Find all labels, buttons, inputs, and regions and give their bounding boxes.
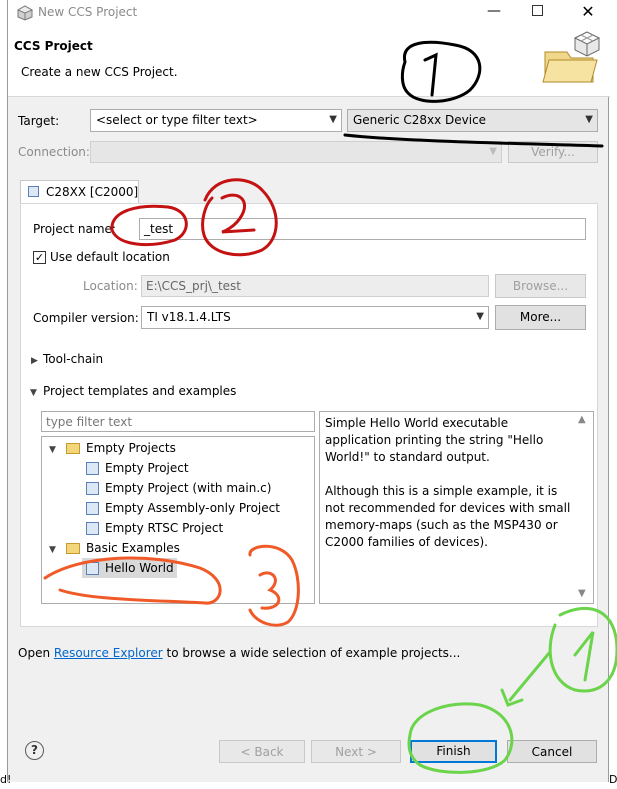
chevron-down-icon: ▼ — [329, 114, 337, 125]
target-label: Target: — [18, 114, 60, 128]
location-value: E:\CCS_prj\_test — [146, 279, 242, 293]
project-template-icon — [86, 502, 99, 515]
tree-item-empty-assembly[interactable]: Empty Assembly-only Project — [105, 498, 280, 518]
chevron-down-icon: ▼ — [476, 311, 484, 322]
new-ccs-project-dialog: New CCS Project — ✕ CCS Project Create a… — [7, 0, 610, 782]
dialog-footer: ? < Back Next > Finish Cancel — [8, 720, 608, 782]
background-edge-text-right: D — [609, 773, 617, 786]
next-button[interactable]: Next > — [311, 740, 401, 763]
chevron-down-icon: ▼ — [585, 114, 593, 125]
compiler-version-label: Compiler version: — [33, 311, 139, 325]
templates-filter-placeholder: type filter text — [46, 415, 133, 429]
resource-explorer-link[interactable]: Resource Explorer — [54, 646, 163, 660]
chevron-right-icon[interactable]: ▶ — [31, 356, 38, 366]
more-button[interactable]: More... — [495, 305, 586, 330]
chevron-down-icon: ▼ — [489, 146, 497, 157]
folder-icon — [66, 543, 80, 554]
tree-item-hello-world[interactable]: Hello World — [105, 558, 174, 578]
project-name-label: Project name: — [33, 222, 116, 236]
scroll-down-icon[interactable]: ▼ — [578, 588, 586, 599]
compiler-version-select[interactable]: TI v18.1.4.LTS ▼ — [141, 306, 489, 329]
device-tab-panel: Project name: _test ✓ Use default locati… — [20, 203, 598, 627]
title-bar: New CCS Project — ✕ — [8, 0, 610, 26]
project-template-icon — [86, 562, 99, 575]
background-edge-text-left: d! — [0, 773, 12, 786]
tree-item-empty-rtsc[interactable]: Empty RTSC Project — [105, 518, 223, 538]
browse-button[interactable]: Browse... — [495, 274, 586, 298]
folder-icon — [66, 443, 80, 454]
tree-item-empty-project-main[interactable]: Empty Project (with main.c) — [105, 478, 271, 498]
project-template-icon — [86, 462, 99, 475]
project-name-input[interactable]: _test — [139, 218, 586, 240]
compiler-version-value: TI v18.1.4.LTS — [147, 310, 231, 324]
screen: { "window": { "title": "New CCS Project"… — [0, 0, 617, 789]
dialog-header: CCS Project Create a new CCS Project. — [8, 26, 610, 97]
project-template-icon — [86, 482, 99, 495]
project-folder-banner-icon — [542, 31, 601, 83]
chevron-down-icon[interactable]: ▼ — [49, 545, 56, 555]
app-icon — [17, 5, 33, 21]
project-name-value: _test — [144, 222, 174, 236]
open-suffix: to browse a wide selection of example pr… — [166, 646, 461, 660]
use-default-location-checkbox[interactable]: ✓ — [33, 251, 46, 264]
location-input[interactable]: E:\CCS_prj\_test — [141, 275, 489, 297]
minimize-icon[interactable]: — — [482, 2, 506, 22]
target-device-value: Generic C28xx Device — [353, 113, 487, 127]
templates-section[interactable]: Project templates and examples — [43, 384, 236, 398]
target-filter-combo[interactable]: <select or type filter text> ▼ — [90, 109, 342, 132]
scroll-up-icon[interactable]: ▲ — [578, 414, 586, 425]
tab-device-label: C28XX [C2000] — [46, 185, 139, 199]
location-label: Location: — [83, 279, 138, 293]
tree-group-basic-examples[interactable]: Basic Examples — [86, 538, 180, 558]
target-filter-text: <select or type filter text> — [96, 113, 258, 127]
template-description-panel: Simple Hello World executable applicatio… — [319, 411, 594, 604]
verify-button[interactable]: Verify... — [508, 141, 598, 163]
close-icon[interactable]: ✕ — [576, 1, 600, 23]
finish-button[interactable]: Finish — [410, 740, 497, 763]
toolchain-section[interactable]: Tool-chain — [43, 352, 103, 366]
use-default-location-label: Use default location — [50, 250, 170, 264]
chevron-down-icon[interactable]: ▼ — [49, 445, 56, 455]
open-prefix: Open — [18, 646, 51, 660]
target-device-select[interactable]: Generic C28xx Device ▼ — [347, 109, 598, 132]
connection-label: Connection: — [18, 145, 90, 159]
project-template-icon — [86, 522, 99, 535]
help-icon[interactable]: ? — [25, 741, 44, 760]
cancel-button[interactable]: Cancel — [507, 740, 597, 763]
page-subtitle: Create a new CCS Project. — [21, 65, 178, 79]
page-title: CCS Project — [14, 39, 93, 53]
resource-explorer-line: Open Resource Explorer to browse a wide … — [18, 646, 460, 660]
templates-filter-input[interactable]: type filter text — [41, 411, 315, 432]
template-description: Simple Hello World executable applicatio… — [325, 416, 571, 549]
tab-device[interactable]: C28XX [C2000] — [20, 180, 139, 204]
tree-group-empty-projects[interactable]: Empty Projects — [86, 438, 176, 458]
back-button[interactable]: < Back — [219, 740, 305, 763]
maximize-icon[interactable] — [532, 5, 543, 16]
chevron-down-icon[interactable]: ▼ — [30, 388, 37, 398]
window-title: New CCS Project — [38, 5, 138, 19]
connection-select[interactable]: ▼ — [90, 141, 502, 163]
device-icon — [28, 186, 39, 197]
templates-tree: ▼ Empty Projects Empty Project Empty Pro… — [41, 436, 315, 604]
tree-item-empty-project[interactable]: Empty Project — [105, 458, 189, 478]
